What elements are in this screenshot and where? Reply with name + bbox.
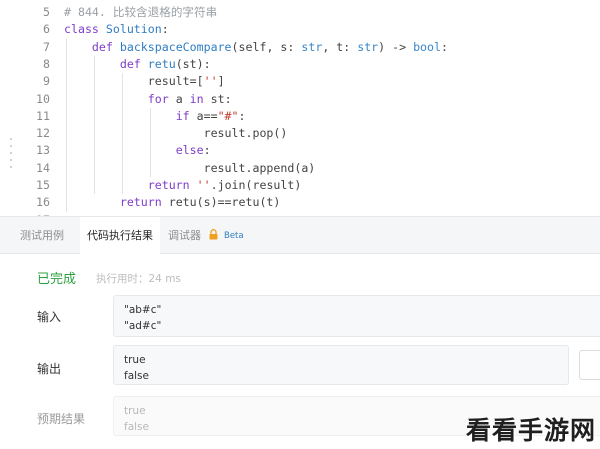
- code-editor[interactable]: 5 # 844. 比较含退格的字符串 6 class Solution: 7 def b…: [0, 0, 600, 216]
- line-number: 5: [43, 5, 50, 19]
- output-label: 输出: [37, 362, 62, 376]
- code-text: if a=="#":: [175, 108, 246, 123]
- code-line: 6 class Solution:: [0, 21, 600, 38]
- code-text: for a in st:: [147, 91, 232, 106]
- code-text: result.pop(): [64, 126, 288, 141]
- code-line: 11 if a=="#":: [0, 108, 600, 125]
- indent-guide: [150, 107, 151, 177]
- output-line: true: [124, 354, 146, 366]
- bottom-panel-tabs: 测试用例 代码执行结果 调试器 Beta: [0, 216, 600, 255]
- line-number: 11: [36, 108, 50, 123]
- code-line: 8 def retu(st):: [0, 56, 600, 73]
- line-number: 8: [43, 56, 50, 71]
- code-line: 12 result.pop(): [0, 125, 600, 142]
- runtime-text: 执行用时：24 ms: [96, 273, 181, 285]
- code-line: 14 result.append(a): [0, 160, 600, 177]
- line-number: 7: [43, 39, 50, 54]
- tab-test-cases-label: 测试用例: [20, 229, 64, 242]
- code-line: 10 for a in st:: [0, 91, 600, 108]
- expected-label: 预期结果: [37, 412, 86, 426]
- code-line: 7 def backspaceCompare(self, s: str, t: …: [0, 39, 600, 56]
- code-line: 16 return retu(s)==retu(t): [0, 194, 600, 211]
- lock-icon: [209, 218, 218, 255]
- input-label: 输入: [37, 310, 62, 324]
- tab-debugger-label: 调试器: [168, 229, 201, 242]
- tab-debugger[interactable]: 调试器 Beta: [162, 217, 262, 254]
- code-text: return ''.join(result): [147, 178, 302, 192]
- code-text: def backspaceCompare(self, s: str, t: st…: [91, 39, 448, 54]
- indent-guide: [122, 73, 123, 195]
- code-line: 9 result=['']: [0, 73, 600, 90]
- line-number: 12: [36, 126, 50, 141]
- input-line: "ab#c": [124, 304, 162, 316]
- beta-badge: Beta: [224, 230, 244, 241]
- line-number: 10: [36, 91, 50, 106]
- line-number: 14: [36, 160, 50, 175]
- code-line: 5 # 844. 比较含退格的字符串: [0, 4, 600, 21]
- code-line: 13 else:: [0, 142, 600, 159]
- line-number: 13: [36, 143, 50, 158]
- line-number: 6: [43, 22, 50, 37]
- indent-guide: [66, 38, 67, 212]
- line-number: 9: [43, 74, 50, 89]
- line-number: 16: [36, 195, 50, 210]
- code-text: def retu(st):: [119, 56, 211, 71]
- code-line: 15 return ''.join(result): [0, 177, 600, 194]
- input-line: "ad#c": [124, 320, 162, 332]
- status-text: 已完成: [37, 272, 77, 287]
- line-number: 15: [36, 178, 50, 192]
- input-box[interactable]: "ab#c" "ad#c": [113, 295, 600, 337]
- code-text: else:: [175, 143, 211, 158]
- indent-guide: [94, 55, 95, 195]
- watermark-logo: 看看手游网: [465, 416, 596, 445]
- diff-button[interactable]: [579, 350, 600, 380]
- code-text: return retu(s)==retu(t): [119, 195, 281, 210]
- code-text: class Solution:: [64, 22, 169, 37]
- code-text: result.append(a): [64, 160, 316, 175]
- code-text: # 844. 比较含退格的字符串: [64, 5, 218, 19]
- tab-test-cases[interactable]: 测试用例: [20, 217, 80, 254]
- tab-run-result-label: 代码执行结果: [87, 229, 153, 242]
- output-line: false: [124, 370, 149, 382]
- output-box: true false: [113, 345, 569, 385]
- code-text: result=['']: [64, 74, 225, 89]
- tab-run-result[interactable]: 代码执行结果: [80, 217, 160, 255]
